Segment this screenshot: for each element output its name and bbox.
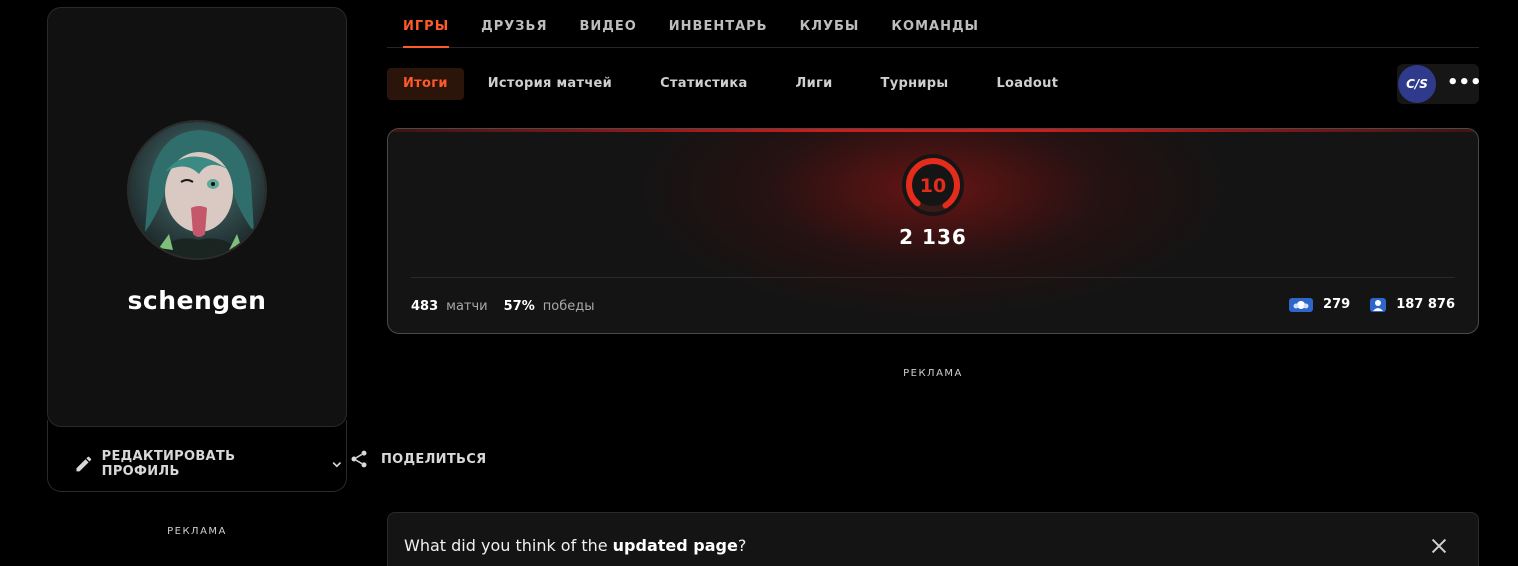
avatar-image	[129, 122, 265, 258]
sub-tabs: Итоги История матчей Статистика Лиги Тур…	[387, 68, 1074, 100]
matches-label: матчи	[446, 299, 488, 314]
wins-label: победы	[542, 299, 595, 314]
more-options-button[interactable]: •••	[1447, 64, 1482, 104]
feedback-suffix: ?	[737, 536, 747, 555]
ad-label-left: РЕКЛАМА	[167, 526, 227, 537]
tab-inventory[interactable]: ИНВЕНТАРЬ	[653, 0, 784, 48]
matches-value: 483	[411, 299, 439, 314]
elo-value: 2 136	[899, 225, 967, 249]
subtab-tournaments[interactable]: Турниры	[865, 68, 965, 100]
feedback-prefix: What did you think of the	[404, 536, 613, 555]
share-button[interactable]: ПОДЕЛИТЬСЯ	[349, 449, 486, 469]
stat-a-value: 279	[1323, 297, 1351, 312]
avatar[interactable]	[127, 120, 267, 260]
subtab-leagues[interactable]: Лиги	[780, 68, 849, 100]
person-icon	[1370, 297, 1387, 312]
edit-profile-button[interactable]: РЕДАКТИРОВАТЬ ПРОФИЛЬ	[74, 449, 346, 479]
level-gauge-icon: 10	[902, 154, 964, 216]
subtab-statistics[interactable]: Статистика	[644, 68, 763, 100]
group-icon	[1289, 297, 1314, 312]
profile-card: schengen	[47, 7, 347, 427]
subtab-match-history[interactable]: История матчей	[472, 68, 628, 100]
profile-actions: РЕДАКТИРОВАТЬ ПРОФИЛЬ	[47, 420, 347, 492]
skill-level-card: 10 2 136 483 матчи 57% победы 279 187 87…	[387, 128, 1479, 334]
chevron-down-icon[interactable]	[328, 455, 346, 473]
subtab-loadout[interactable]: Loadout	[980, 68, 1074, 100]
close-icon[interactable]	[1428, 535, 1450, 557]
cs-game-logo-icon[interactable]: C/S	[1398, 65, 1436, 103]
level-number: 10	[920, 175, 946, 197]
tab-clubs[interactable]: КЛУБЫ	[784, 0, 876, 48]
share-icon	[351, 450, 367, 468]
subtab-overview[interactable]: Итоги	[387, 68, 464, 100]
username: schengen	[127, 286, 267, 315]
share-label: ПОДЕЛИТЬСЯ	[381, 451, 487, 467]
profile-page: schengen РЕДАКТИРОВАТЬ ПРОФИЛЬ ПОДЕЛИТЬС…	[0, 0, 1518, 566]
pencil-icon	[76, 456, 92, 472]
divider	[411, 277, 1455, 278]
ad-label-center: РЕКЛАМА	[903, 368, 963, 379]
feedback-question: What did you think of the updated page?	[404, 536, 746, 555]
match-stats: 483 матчи 57% победы	[411, 299, 602, 314]
main-tabs: ИГРЫ ДРУЗЬЯ ВИДЕО ИНВЕНТАРЬ КЛУБЫ КОМАНД…	[387, 0, 1479, 48]
feedback-banner: What did you think of the updated page?	[387, 512, 1479, 566]
tab-friends[interactable]: ДРУЗЬЯ	[465, 0, 563, 48]
stat-b-value: 187 876	[1396, 297, 1455, 312]
tab-video[interactable]: ВИДЕО	[563, 0, 652, 48]
feedback-highlight: updated page	[612, 536, 738, 555]
game-switcher: C/S •••	[1397, 64, 1482, 104]
tab-games[interactable]: ИГРЫ	[387, 0, 465, 48]
edit-profile-label: РЕДАКТИРОВАТЬ ПРОФИЛЬ	[101, 449, 236, 479]
tab-teams[interactable]: КОМАНДЫ	[875, 0, 995, 48]
wins-value: 57%	[503, 299, 535, 314]
extra-stats: 279 187 876	[1289, 297, 1455, 312]
